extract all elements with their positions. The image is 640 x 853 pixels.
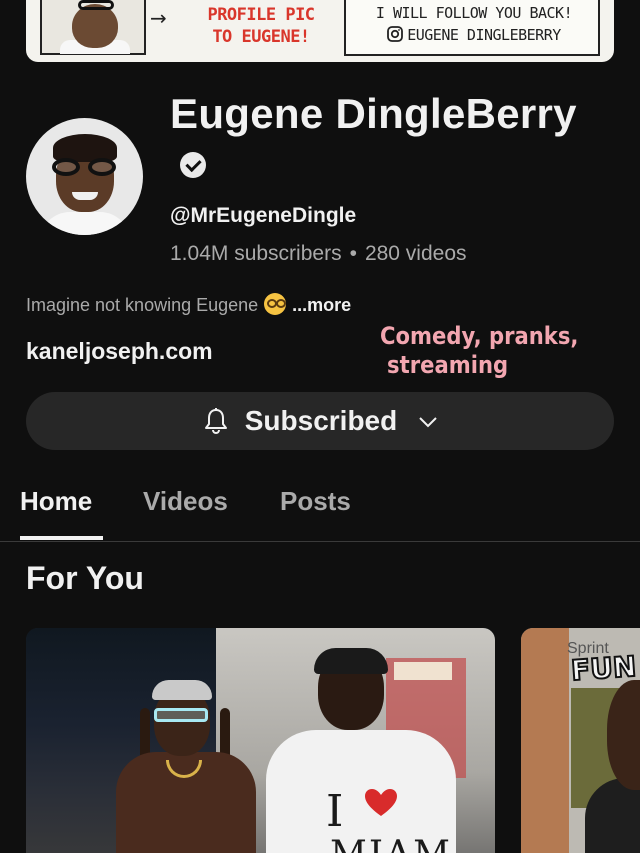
chevron-down-icon xyxy=(419,417,437,428)
instagram-icon xyxy=(387,26,404,42)
annotation-line1: Comedy, pranks, xyxy=(380,322,579,350)
tab-posts[interactable]: Posts xyxy=(280,486,351,517)
subscribed-label: Subscribed xyxy=(244,405,398,436)
banner-arrow: → xyxy=(150,6,167,30)
banner-black-line2: EUGENE DINGLEBERRY xyxy=(354,24,594,46)
channel-avatar[interactable] xyxy=(26,118,143,235)
handwritten-annotation: Comedy, pranks, streaming xyxy=(380,322,578,380)
avatar-smile xyxy=(72,192,98,200)
bell-icon xyxy=(204,408,227,435)
channel-stats: 1.04M subscribers • 280 videos xyxy=(170,242,467,266)
description-text: Imagine not knowing Eugene xyxy=(26,295,259,315)
channel-name-text: Eugene DingleBerry xyxy=(170,90,577,137)
video-count: 280 videos xyxy=(364,242,467,265)
shirt-text: MIAM xyxy=(330,834,452,853)
stats-separator: • xyxy=(349,242,357,265)
tab-videos[interactable]: Videos xyxy=(143,486,228,517)
banner-instagram-handle: EUGENE DINGLEBERRY xyxy=(407,26,561,44)
section-title: For You xyxy=(26,560,144,596)
banner-red-line1: PROFILE PIC xyxy=(207,5,315,25)
banner-face xyxy=(72,4,118,48)
thumbnail2-wall xyxy=(521,628,569,853)
channel-link[interactable]: kaneljoseph.com xyxy=(26,338,213,365)
tab-home[interactable]: Home xyxy=(20,486,92,517)
annotation-line2: streaming xyxy=(387,351,509,379)
video-thumbnail-1[interactable]: I MIAM xyxy=(26,628,495,853)
channel-description[interactable]: Imagine not knowing Eugene ...more xyxy=(26,293,351,316)
shirt-letter: I xyxy=(326,786,344,837)
heart-icon xyxy=(365,789,397,816)
channel-tabs: Home Videos Posts xyxy=(0,470,640,542)
avatar-glasses xyxy=(52,158,118,176)
channel-handle: @MrEugeneDingle xyxy=(170,204,357,227)
subscribed-button[interactable]: Subscribed xyxy=(26,392,614,450)
more-link[interactable]: ...more xyxy=(292,295,351,315)
banner-black-line1: I WILL FOLLOW YOU BACK! xyxy=(375,4,573,22)
active-tab-indicator xyxy=(20,536,103,540)
banner-red-line2: TO EUGENE! xyxy=(212,27,310,47)
channel-name: Eugene DingleBerry xyxy=(170,88,610,192)
banner-text-box: I WILL FOLLOW YOU BACK! EUGENE DINGLEBER… xyxy=(344,0,600,56)
nerd-face-emoji-icon xyxy=(264,293,287,315)
subscriber-count: 1.04M subscribers xyxy=(170,242,342,265)
banner-red-text: PROFILE PIC TO EUGENE! xyxy=(176,4,346,48)
video-thumbnail-2[interactable]: Sprint FUN xyxy=(521,628,640,853)
verified-check-icon xyxy=(180,151,206,178)
banner-glasses xyxy=(78,0,114,10)
avatar-shirt xyxy=(40,212,130,235)
banner-black-text: I WILL FOLLOW YOU BACK! EUGENE DINGLEBER… xyxy=(354,2,594,46)
channel-banner: → PROFILE PIC TO EUGENE! I WILL FOLLOW Y… xyxy=(26,0,614,62)
thumbnail-person-right: I MIAM xyxy=(256,638,456,853)
thumbnail-person-left xyxy=(116,668,256,853)
banner-profile-photo xyxy=(40,0,146,55)
